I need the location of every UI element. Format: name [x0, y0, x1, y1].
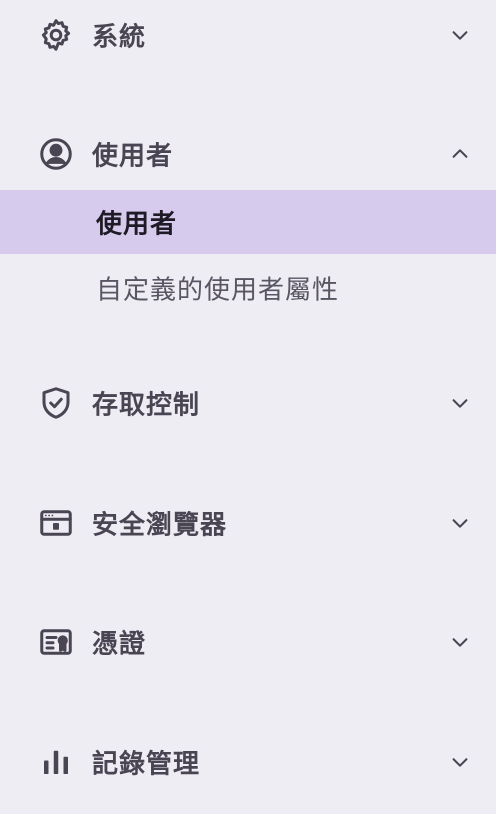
nav-section-secure-browser[interactable]: 安全瀏覽器 — [0, 493, 496, 553]
nav-section-label: 存取控制 — [92, 390, 201, 421]
nav-section-log-management[interactable]: 記錄管理 — [0, 732, 496, 792]
sidebar-item-custom-user-attributes[interactable]: 自定義的使用者屬性 — [0, 256, 496, 320]
bar-chart-icon — [38, 744, 74, 780]
sidebar-item-label: 使用者 — [96, 209, 178, 240]
chevron-down-icon[interactable] — [446, 748, 474, 776]
certificate-icon — [38, 624, 74, 660]
nav-section-access-control[interactable]: 存取控制 — [0, 373, 496, 433]
chevron-down-icon[interactable] — [446, 21, 474, 49]
gear-icon — [38, 17, 74, 53]
nav-section-label: 記錄管理 — [92, 749, 201, 780]
sidebar-nav: 系統 使用者 使用者 自定義的使用者屬性 存取控制 安全瀏覽器 憑證 記錄管理 — [0, 0, 496, 814]
nav-section-label: 使用者 — [92, 141, 174, 172]
chevron-down-icon[interactable] — [446, 389, 474, 417]
chevron-up-icon[interactable] — [446, 140, 474, 168]
browser-window-icon — [38, 505, 74, 541]
sidebar-item-label: 自定義的使用者屬性 — [96, 275, 340, 306]
sidebar-item-users[interactable]: 使用者 — [0, 190, 496, 254]
chevron-down-icon[interactable] — [446, 509, 474, 537]
shield-check-icon — [38, 385, 74, 421]
nav-section-users[interactable]: 使用者 — [0, 124, 496, 184]
chevron-down-icon[interactable] — [446, 628, 474, 656]
nav-section-label: 系統 — [92, 22, 147, 53]
nav-section-system[interactable]: 系統 — [0, 5, 496, 65]
nav-section-label: 安全瀏覽器 — [92, 510, 228, 541]
nav-section-certificates[interactable]: 憑證 — [0, 612, 496, 672]
user-circle-icon — [38, 136, 74, 172]
nav-section-label: 憑證 — [92, 629, 147, 660]
